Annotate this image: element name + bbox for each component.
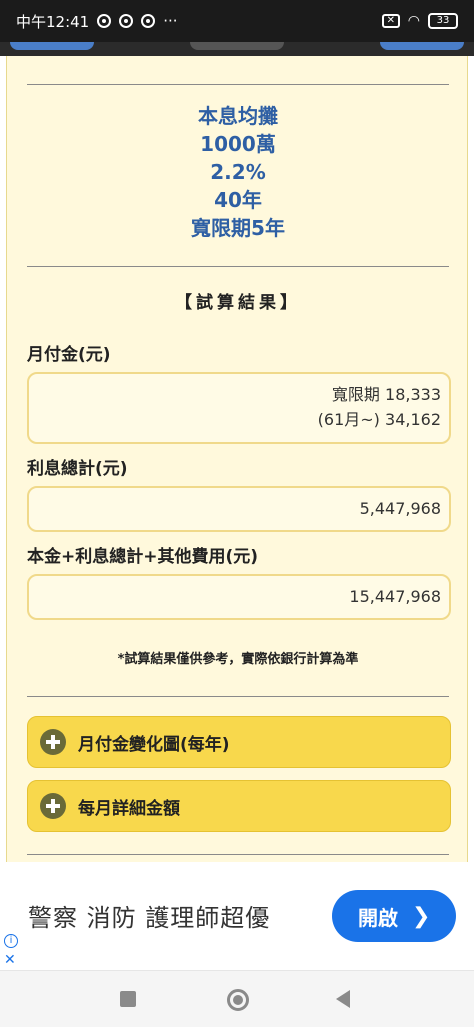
monthly-payment-after: (61月~) 34,162 <box>317 410 441 429</box>
summary-grace: 寬限期5年 <box>191 216 285 240</box>
summary-years: 40年 <box>214 188 262 212</box>
chrome-notification-icon <box>141 14 156 28</box>
accordion-monthly-chart[interactable]: 月付金變化圖(每年) <box>27 716 451 768</box>
plus-circle-icon <box>40 729 66 755</box>
header-left-button[interactable] <box>10 42 94 50</box>
back-icon[interactable] <box>336 990 350 1008</box>
summary-amount: 1000萬 <box>200 132 276 156</box>
loan-summary: 本息均攤 1000萬 2.2% 40年 寬限期5年 <box>7 102 467 242</box>
muted-icon: ✕ <box>381 14 400 28</box>
plus-circle-icon <box>40 793 66 819</box>
recent-apps-icon[interactable] <box>120 991 136 1007</box>
interest-total-label: 利息總計(元) <box>27 459 128 479</box>
header-right-button[interactable] <box>380 42 464 50</box>
more-notifications-icon: ··· <box>163 12 178 30</box>
grand-total-value: 15,447,968 <box>349 587 441 606</box>
battery-icon: 33 <box>428 13 458 29</box>
grand-total-field[interactable]: 15,447,968 <box>27 574 451 620</box>
accordion-label: 月付金變化圖(每年) <box>78 734 230 755</box>
monthly-payment-field[interactable]: 寬限期 18,333 (61月~) 34,162 <box>27 372 451 444</box>
divider <box>27 84 449 85</box>
divider <box>27 854 449 855</box>
ad-info-icon[interactable]: i <box>4 934 18 948</box>
monthly-payment-label: 月付金(元) <box>27 345 111 365</box>
divider <box>27 266 449 267</box>
wifi-icon: ◠ <box>407 13 420 29</box>
ad-banner[interactable]: 警察 消防 護理師超優 開啟 ❯ i ✕ <box>0 862 474 970</box>
header-center-button[interactable] <box>190 42 284 50</box>
ad-open-label: 開啟 <box>358 905 398 930</box>
summary-rate: 2.2% <box>210 160 266 184</box>
ad-open-button[interactable]: 開啟 ❯ <box>332 890 456 942</box>
status-time: 中午12:41 <box>16 12 90 31</box>
monthly-payment-grace: 寬限期 18,333 <box>331 385 441 404</box>
divider <box>27 696 449 697</box>
chrome-notification-icon <box>119 14 134 28</box>
app-header-strip <box>0 42 474 56</box>
ad-text: 警察 消防 護理師超優 <box>28 904 271 932</box>
navigation-bar <box>0 970 474 1027</box>
grand-total-label: 本金+利息總計+其他費用(元) <box>27 547 259 567</box>
result-panel: 本息均攤 1000萬 2.2% 40年 寬限期5年 【試算結果】 月付金(元) … <box>6 56 468 862</box>
ad-close-icon[interactable]: ✕ <box>4 952 16 968</box>
status-bar: 中午12:41 ··· ✕ ◠ 33 <box>0 0 474 42</box>
chrome-notification-icon <box>97 14 112 28</box>
chevron-right-icon: ❯ <box>412 903 431 929</box>
home-icon[interactable] <box>227 989 249 1011</box>
interest-total-field[interactable]: 5,447,968 <box>27 486 451 532</box>
accordion-monthly-detail[interactable]: 每月詳細金額 <box>27 780 451 832</box>
interest-total-value: 5,447,968 <box>359 499 441 518</box>
result-title: 【試算結果】 <box>175 293 301 313</box>
disclaimer-note: *試算結果僅供參考，實際依銀行計算為準 <box>117 652 359 667</box>
summary-method: 本息均攤 <box>198 104 278 128</box>
accordion-label: 每月詳細金額 <box>78 798 180 819</box>
